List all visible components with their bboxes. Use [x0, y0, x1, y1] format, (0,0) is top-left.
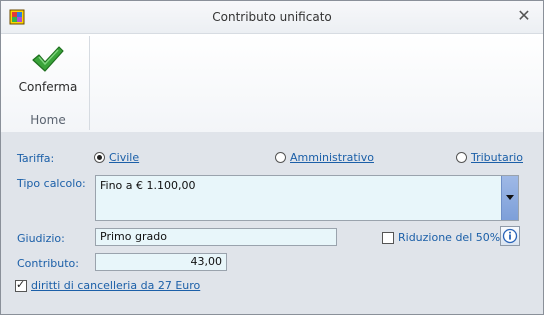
close-icon[interactable]: ✕: [515, 7, 533, 25]
radio-amministrativo-dot[interactable]: [275, 152, 286, 163]
info-button[interactable]: [500, 226, 520, 246]
tipo-calcolo-label: Tipo calcolo:: [17, 177, 86, 190]
ribbon-group-label: Home: [30, 113, 66, 127]
radio-tributario[interactable]: Tributario: [456, 151, 523, 164]
tipo-calcolo-dropdown-button[interactable]: [501, 176, 518, 220]
giudizio-field[interactable]: Primo grado: [95, 228, 337, 246]
riduzione-label: Riduzione del 50%: [398, 231, 501, 244]
radio-amministrativo-label: Amministrativo: [290, 151, 374, 164]
contributo-label: Contributo:: [17, 257, 79, 270]
info-icon: [502, 228, 518, 244]
diritti-checkbox-box[interactable]: [15, 278, 27, 292]
radio-civile-dot[interactable]: [94, 152, 105, 163]
giudizio-label: Giudizio:: [17, 232, 65, 245]
ribbon: Conferma Home: [1, 33, 543, 133]
radio-tributario-dot[interactable]: [456, 152, 467, 163]
riduzione-checkbox-box[interactable]: [382, 231, 394, 244]
dialog-window: Contributo unificato ✕ Conferma Home Tar…: [0, 0, 544, 315]
ribbon-group-home: Conferma Home: [7, 36, 90, 130]
radio-amministrativo[interactable]: Amministrativo: [275, 151, 374, 164]
diritti-label: diritti di cancelleria da 27 Euro: [31, 279, 201, 292]
confirm-button[interactable]: Conferma: [13, 44, 83, 106]
radio-civile[interactable]: Civile: [94, 151, 139, 164]
tipo-calcolo-field[interactable]: Fino a € 1.100,00: [95, 175, 519, 221]
title-bar[interactable]: Contributo unificato ✕: [1, 1, 543, 33]
checkmark-icon: [32, 46, 64, 72]
confirm-button-label: Conferma: [18, 80, 78, 94]
window-title: Contributo unificato: [212, 10, 332, 24]
riduzione-checkbox[interactable]: Riduzione del 50%: [382, 231, 500, 244]
radio-tributario-label: Tributario: [471, 151, 523, 164]
diritti-checkbox[interactable]: diritti di cancelleria da 27 Euro: [15, 278, 201, 292]
tipo-calcolo-value: Fino a € 1.100,00: [100, 179, 196, 192]
form-area: Tariffa: Civile Amministrativo Tributari…: [1, 132, 543, 314]
radio-civile-label: Civile: [109, 151, 140, 164]
tariffa-label: Tariffa:: [17, 152, 55, 165]
contributo-field[interactable]: 43,00: [95, 253, 227, 271]
